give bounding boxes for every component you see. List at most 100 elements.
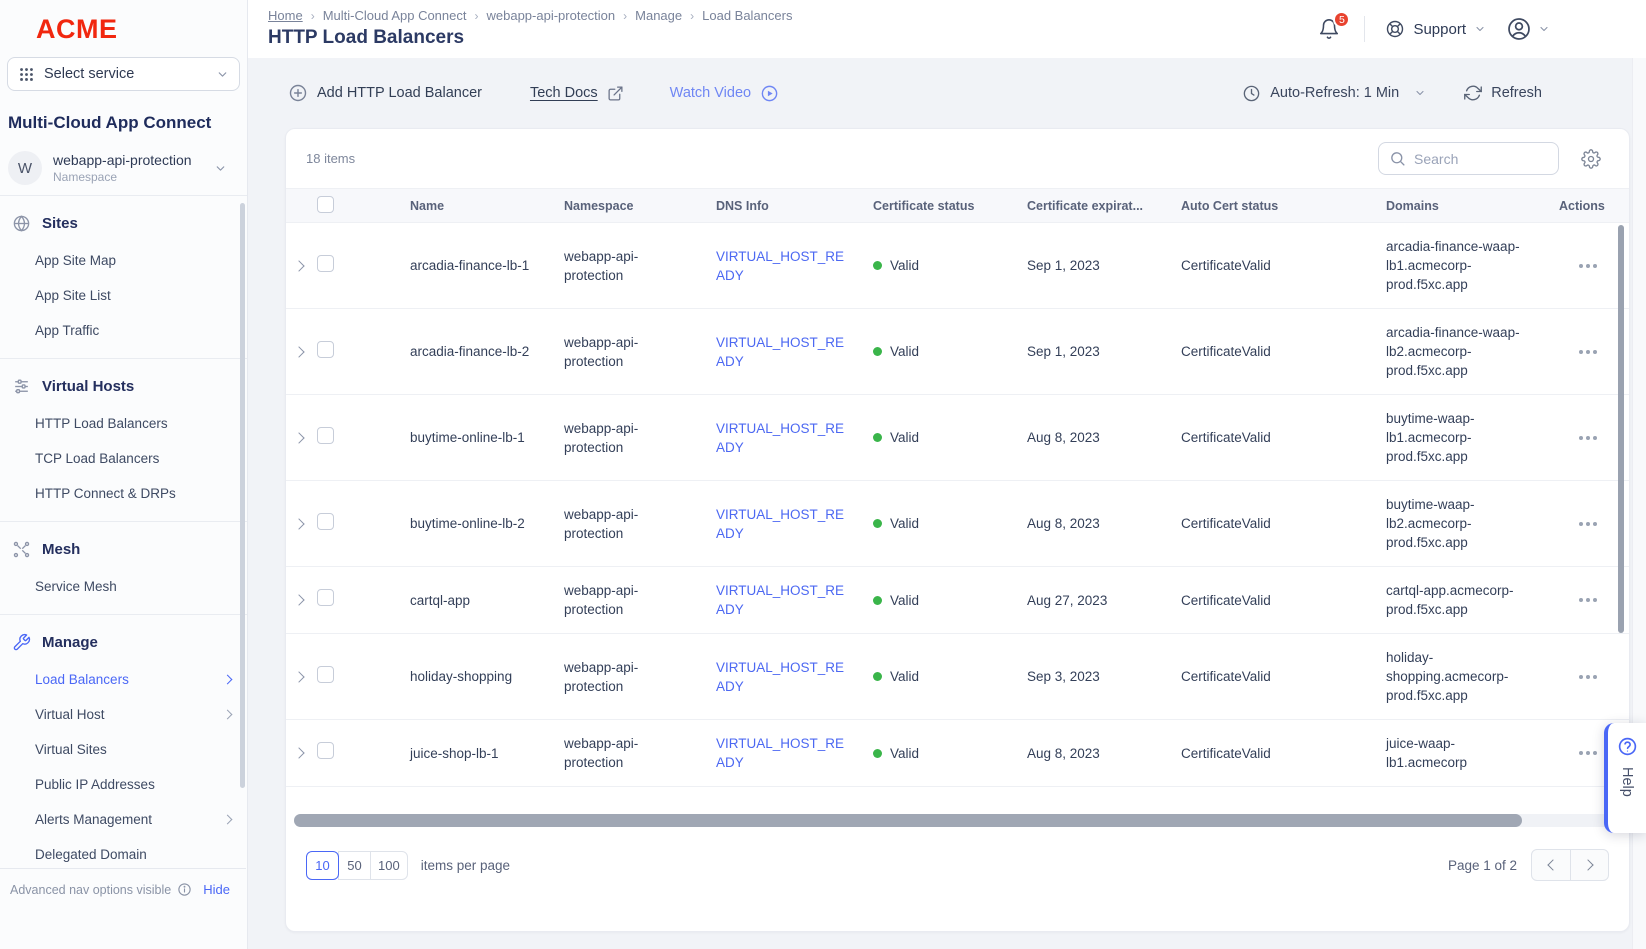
section-mesh-header: Mesh <box>0 528 247 569</box>
account-menu[interactable] <box>1506 16 1550 42</box>
sidebar-item-public-ip-addresses[interactable]: Public IP Addresses <box>0 767 247 802</box>
support-menu[interactable]: Support <box>1385 19 1486 39</box>
next-page-button[interactable] <box>1570 850 1608 880</box>
row-checkbox[interactable] <box>317 427 334 444</box>
chevron-down-icon <box>1414 87 1426 99</box>
auto-refresh-dropdown[interactable]: Auto-Refresh: 1 Min <box>1242 84 1426 103</box>
row-checkbox[interactable] <box>317 513 334 530</box>
row-actions-button[interactable] <box>1575 671 1601 683</box>
row-expand-chevron-icon[interactable] <box>293 518 304 529</box>
sidebar-item-http-connect-drps[interactable]: HTTP Connect & DRPs <box>0 476 247 511</box>
row-actions-button[interactable] <box>1575 346 1601 358</box>
row-actions-button[interactable] <box>1575 747 1601 759</box>
breadcrumb-load-balancers[interactable]: Load Balancers <box>702 8 792 23</box>
dns-info-link[interactable]: VIRTUAL_HOST_READY <box>716 734 847 772</box>
row-actions-button[interactable] <box>1575 260 1601 272</box>
breadcrumb-home[interactable]: Home <box>268 8 303 23</box>
table-body: arcadia-finance-lb-1 webapp-api-protecti… <box>286 223 1629 809</box>
sidebar-item-app-traffic[interactable]: App Traffic <box>0 313 247 348</box>
chevron-down-icon <box>1538 23 1550 35</box>
table-vertical-scrollbar-thumb[interactable] <box>1618 225 1624 633</box>
certificate-status: Valid <box>890 342 919 361</box>
row-expand-chevron-icon[interactable] <box>293 432 304 443</box>
notifications-button[interactable]: 5 <box>1314 14 1344 44</box>
tech-docs-link[interactable]: Tech Docs <box>530 85 624 102</box>
sidebar-scrollbar-thumb[interactable] <box>240 203 245 788</box>
table-header-row: Name Namespace DNS Info Certificate stat… <box>286 188 1629 223</box>
sidebar-item-virtual-sites[interactable]: Virtual Sites <box>0 732 247 767</box>
service-selector[interactable]: Select service <box>7 57 240 91</box>
section-sites: Sites App Site Map App Site List App Tra… <box>0 195 247 358</box>
domains: juice-waap-lb1.acmecorp <box>1374 734 1547 772</box>
sidebar-item-virtual-host[interactable]: Virtual Host <box>0 697 247 732</box>
row-expand-chevron-icon[interactable] <box>293 747 304 758</box>
sidebar-item-app-site-map[interactable]: App Site Map <box>0 243 247 278</box>
help-tab[interactable]: Help <box>1604 723 1646 833</box>
items-count: 18 items <box>306 151 355 166</box>
play-circle-icon <box>760 84 779 103</box>
breadcrumb-namespace[interactable]: webapp-api-protection <box>487 8 616 23</box>
section-sites-header: Sites <box>0 202 247 243</box>
dns-info-link[interactable]: VIRTUAL_HOST_READY <box>716 247 847 285</box>
select-all-checkbox[interactable] <box>317 196 334 213</box>
section-title: Virtual Hosts <box>42 378 134 395</box>
lb-name: juice-shop-lb-1 <box>398 744 552 763</box>
sliders-icon <box>12 377 31 396</box>
breadcrumb-separator-icon: › <box>475 9 479 23</box>
page-size-50-button[interactable]: 50 <box>338 851 371 880</box>
table-horizontal-scrollbar-thumb[interactable] <box>294 814 1522 827</box>
watch-video-link[interactable]: Watch Video <box>670 84 779 103</box>
lb-namespace: webapp-api-protection <box>552 247 704 285</box>
row-checkbox[interactable] <box>317 255 334 272</box>
lb-namespace: webapp-api-protection <box>552 419 704 457</box>
page-size-100-button[interactable]: 100 <box>370 851 408 880</box>
valid-status-dot-icon <box>873 596 882 605</box>
row-checkbox[interactable] <box>317 589 334 606</box>
wrench-icon <box>12 633 31 652</box>
namespace-selector[interactable]: W webapp-api-protection Namespace <box>8 147 239 195</box>
certificate-expiration: Aug 27, 2023 <box>1015 591 1169 610</box>
page-size-10-button[interactable]: 10 <box>306 851 339 880</box>
sidebar-item-alerts-management[interactable]: Alerts Management <box>0 802 247 837</box>
sidebar-item-service-mesh[interactable]: Service Mesh <box>0 569 247 604</box>
row-actions-button[interactable] <box>1575 518 1601 530</box>
sidebar-item-load-balancers[interactable]: Load Balancers <box>0 662 247 697</box>
refresh-button[interactable]: Refresh <box>1464 84 1542 102</box>
certificate-status: Valid <box>890 591 919 610</box>
certificate-status: Valid <box>890 667 919 686</box>
table-search[interactable] <box>1378 142 1559 175</box>
search-input[interactable] <box>1414 151 1548 167</box>
table-settings-gear-icon[interactable] <box>1581 149 1601 169</box>
breadcrumb-manage[interactable]: Manage <box>635 8 682 23</box>
dns-info-link[interactable]: VIRTUAL_HOST_READY <box>716 581 847 619</box>
dns-info-link[interactable]: VIRTUAL_HOST_READY <box>716 333 847 371</box>
table-row: holiday-shopping webapp-api-protection V… <box>286 634 1629 720</box>
row-expand-chevron-icon[interactable] <box>293 671 304 682</box>
row-checkbox[interactable] <box>317 341 334 358</box>
row-expand-chevron-icon[interactable] <box>293 594 304 605</box>
breadcrumb-multi-cloud-app-connect[interactable]: Multi-Cloud App Connect <box>323 8 467 23</box>
row-expand-chevron-icon[interactable] <box>293 346 304 357</box>
add-http-load-balancer-button[interactable]: Add HTTP Load Balancer <box>288 83 482 103</box>
row-actions-button[interactable] <box>1575 594 1601 606</box>
watch-video-label: Watch Video <box>670 85 751 101</box>
dns-info-link[interactable]: VIRTUAL_HOST_READY <box>716 505 847 543</box>
hide-nav-link[interactable]: Hide <box>203 882 230 897</box>
row-checkbox[interactable] <box>317 666 334 683</box>
mesh-icon <box>12 540 31 559</box>
dns-info-link[interactable]: VIRTUAL_HOST_READY <box>716 658 847 696</box>
row-actions-button[interactable] <box>1575 432 1601 444</box>
sidebar-item-tcp-load-balancers[interactable]: TCP Load Balancers <box>0 441 247 476</box>
sidebar-item-app-site-list[interactable]: App Site List <box>0 278 247 313</box>
dns-info-link[interactable]: VIRTUAL_HOST_READY <box>716 419 847 457</box>
row-checkbox[interactable] <box>317 742 334 759</box>
lb-name: cartql-app <box>398 591 552 610</box>
sidebar-item-http-load-balancers[interactable]: HTTP Load Balancers <box>0 406 247 441</box>
previous-page-button[interactable] <box>1532 850 1570 880</box>
auto-cert-status: CertificateValid <box>1169 428 1374 447</box>
row-expand-chevron-icon[interactable] <box>293 260 304 271</box>
certificate-status: Valid <box>890 256 919 275</box>
domains: buytime-waap-lb1.acmecorp-prod.f5xc.app <box>1374 409 1547 466</box>
chevron-right-icon <box>223 710 233 720</box>
chevron-left-icon <box>1547 859 1558 870</box>
